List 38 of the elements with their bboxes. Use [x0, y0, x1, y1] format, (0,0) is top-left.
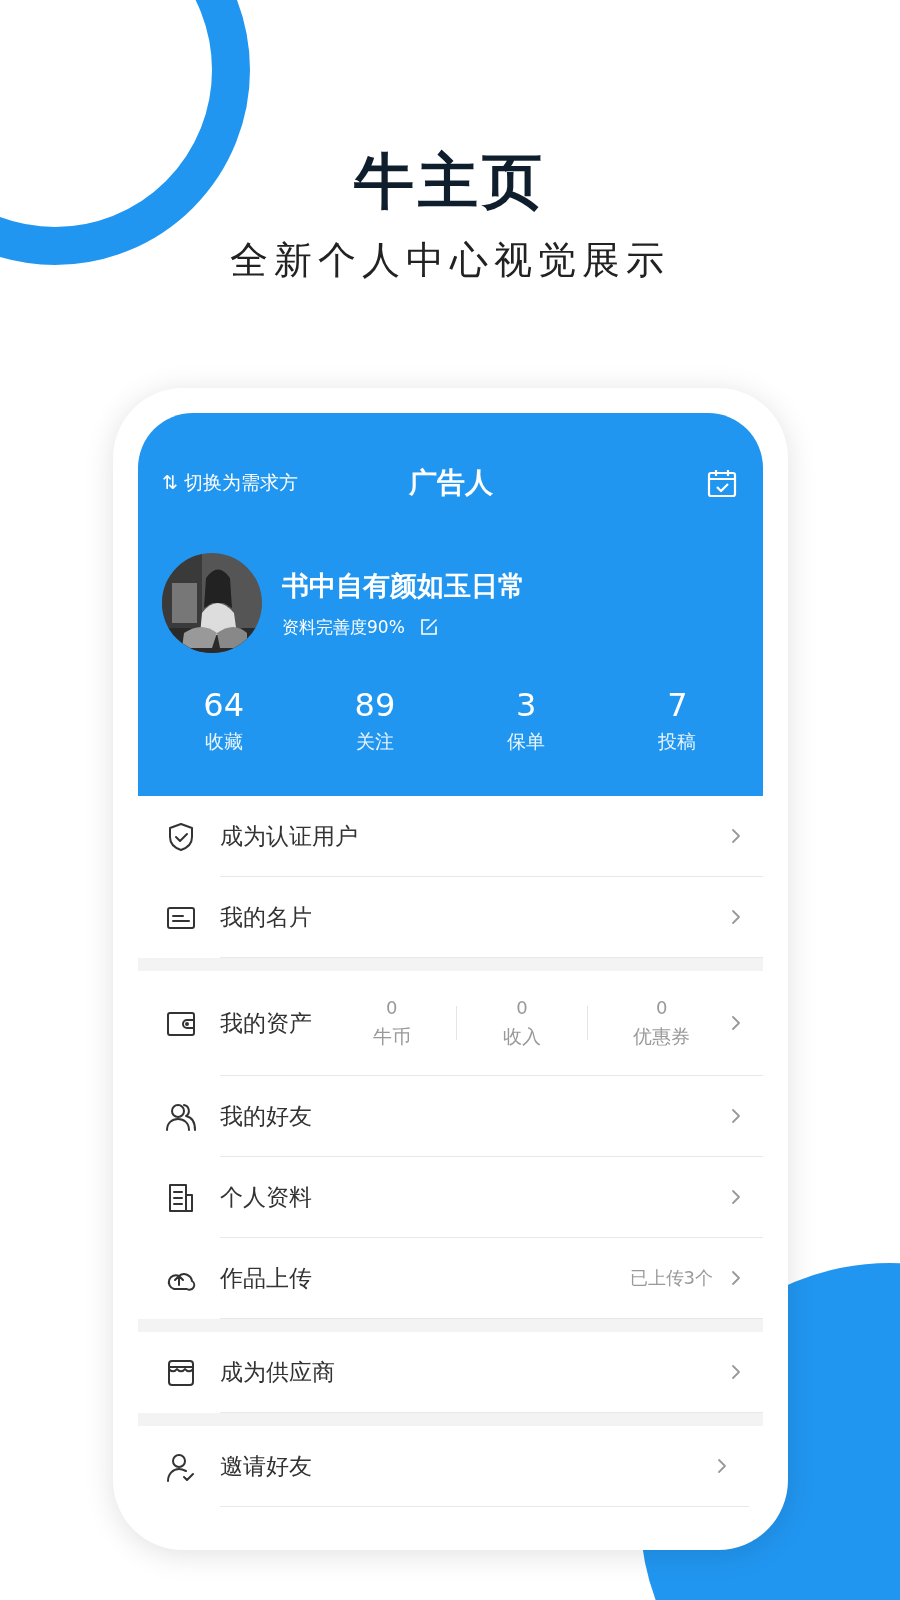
screen-title: 广告人: [408, 465, 493, 501]
asset-value: 0: [516, 996, 528, 1018]
menu-label: 我的好友: [220, 1101, 313, 1131]
edit-icon[interactable]: [418, 617, 439, 637]
stat-value: 64: [203, 685, 244, 725]
chevron-right-icon: [731, 828, 741, 844]
stat-label: 保单: [507, 729, 546, 754]
stat-value: 7: [667, 685, 688, 725]
chevron-right-icon: [731, 1108, 741, 1124]
menu-label: 邀请好友: [220, 1451, 313, 1481]
headline-subtitle: 全新个人中心视觉展示: [230, 237, 670, 283]
chevron-right-icon: [731, 909, 741, 925]
asset-label: 优惠券: [633, 1023, 691, 1049]
stat-label: 收藏: [204, 729, 243, 754]
menu-label: 个人资料: [220, 1182, 313, 1212]
asset-label: 牛币: [372, 1023, 411, 1049]
menu-label: 成为认证用户: [220, 821, 359, 851]
chevron-right-icon: [731, 1364, 741, 1380]
stat-label: 投稿: [658, 729, 697, 754]
asset-label: 收入: [503, 1023, 541, 1049]
asset-value: 0: [386, 996, 398, 1018]
chevron-right-icon: [731, 1015, 741, 1031]
chevron-right-icon: [731, 1270, 741, 1286]
profile-completion: 资料完善度90%: [282, 615, 405, 639]
menu-label: 作品上传: [220, 1263, 313, 1293]
calendar-check-icon[interactable]: [706, 467, 738, 499]
upload-count: 已上传3个: [629, 1266, 713, 1290]
menu-label: 我的资产: [220, 1008, 313, 1038]
stat-value: 89: [354, 685, 396, 725]
user-name: 书中自有颜如玉日常: [282, 568, 525, 603]
chevron-right-icon: [717, 1458, 727, 1474]
menu-label: 我的名片: [220, 902, 313, 932]
stat-value: 3: [515, 685, 537, 725]
asset-value: 0: [655, 996, 668, 1018]
chevron-right-icon: [731, 1189, 741, 1205]
stat-label: 关注: [355, 729, 394, 754]
menu-label: 成为供应商: [220, 1357, 336, 1387]
headline-title: 牛主页: [354, 145, 546, 217]
